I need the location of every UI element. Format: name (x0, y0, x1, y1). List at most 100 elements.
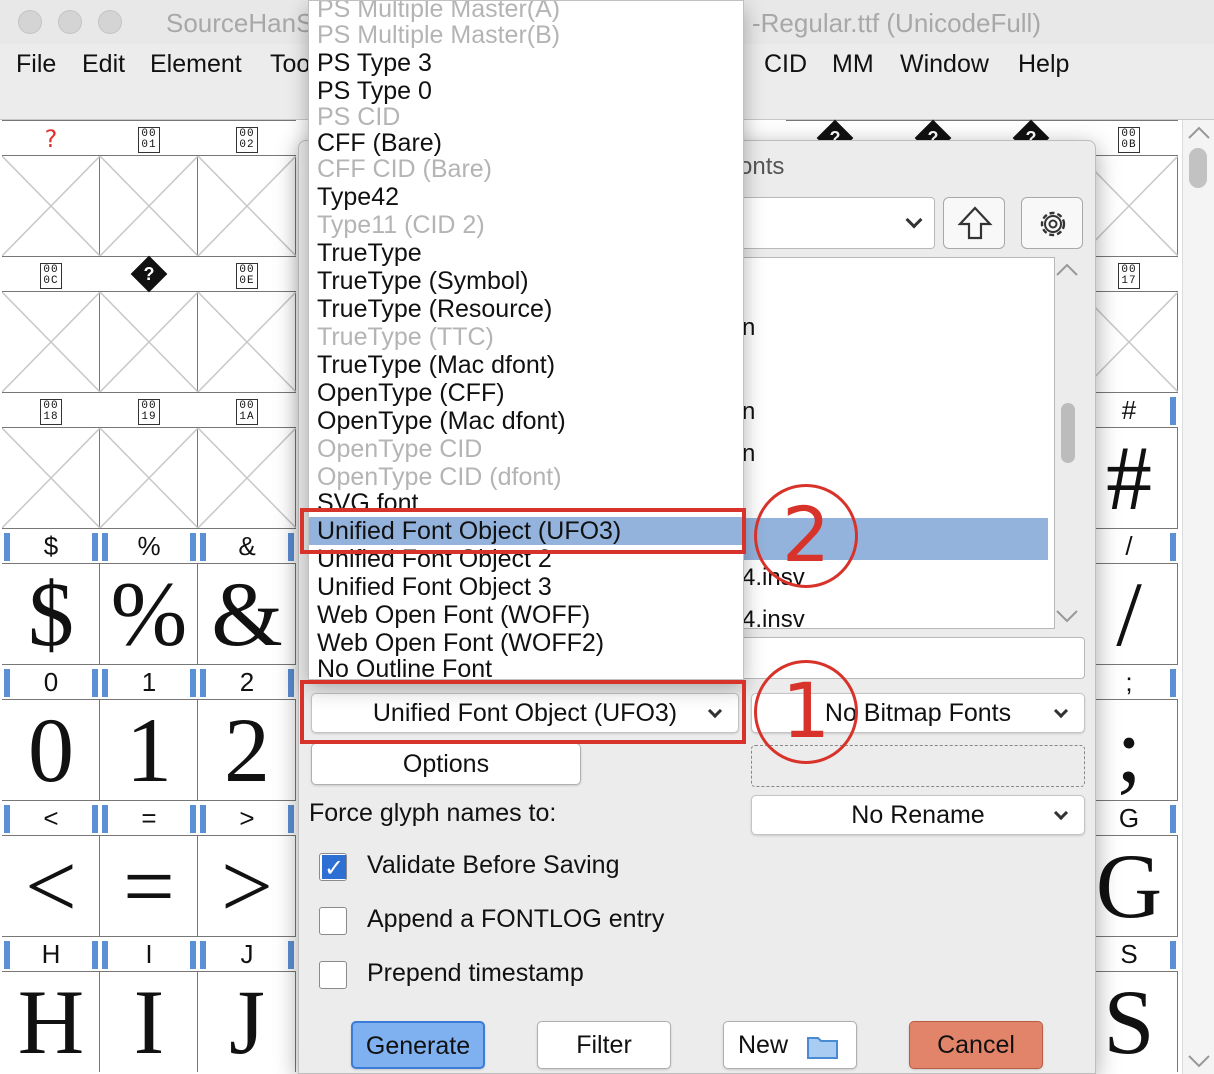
glyph-cell[interactable]: $ $ (2, 528, 100, 664)
empty-glyph-x-icon (2, 428, 100, 528)
list-item[interactable]: 4.insv (742, 606, 805, 628)
glyph-image: 1 (126, 699, 172, 801)
menu-tools[interactable]: Too (270, 50, 310, 79)
missing-glyph-hex-icon: 00 0B (1118, 127, 1140, 153)
question-mark-icon: ? (44, 125, 58, 153)
fontlog-checkbox[interactable] (319, 907, 347, 935)
glyph-cell[interactable]: 22 (198, 664, 296, 800)
format-option[interactable]: OpenType (Mac dfont) (317, 407, 566, 435)
glyph-label-text: J (240, 939, 254, 969)
glyph-cell[interactable]: ? (100, 255, 198, 392)
glyph-cell[interactable]: %% (100, 528, 198, 664)
menu-edit[interactable]: Edit (82, 50, 125, 79)
glyph-cell[interactable]: = = (100, 800, 198, 936)
list-item[interactable]: n (742, 440, 755, 468)
minimize-window-button[interactable] (58, 10, 82, 34)
settings-button[interactable] (1021, 197, 1083, 249)
file-list-scrollbar[interactable] (1051, 257, 1083, 629)
glyph-label-text: 0 (43, 667, 59, 697)
glyph-cell[interactable]: JJ (198, 936, 296, 1072)
glyph-cell[interactable]: HH (2, 936, 100, 1072)
format-option[interactable]: PS Type 3 (317, 49, 432, 77)
empty-glyph-x-icon (2, 156, 100, 256)
format-option[interactable]: OpenType (CFF) (317, 379, 505, 407)
scroll-down-arrow-icon[interactable] (1183, 1052, 1214, 1072)
glyph-cell[interactable]: II (100, 936, 198, 1072)
file-list-scroll-thumb[interactable] (1061, 403, 1075, 463)
format-option[interactable]: Web Open Font (WOFF2) (317, 629, 604, 657)
format-option[interactable]: TrueType (Symbol) (317, 267, 529, 295)
glyph-label: I (100, 936, 198, 972)
empty-glyph-x-icon (100, 428, 198, 528)
missing-glyph-hex-icon: 00 1A (236, 399, 258, 425)
cancel-button[interactable]: Cancel (909, 1021, 1043, 1069)
menu-window[interactable]: Window (900, 50, 989, 79)
glyph-cell[interactable]: 11 (100, 664, 198, 800)
force-glyph-label: Force glyph names to: (309, 799, 557, 827)
validate-checkbox[interactable] (319, 853, 347, 881)
glyph-preview: = (100, 836, 198, 936)
format-option[interactable]: TrueType (Resource) (317, 295, 552, 323)
glyph-cell[interactable]: > > (198, 800, 296, 936)
generate-button[interactable]: Generate (351, 1021, 485, 1069)
glyph-preview: 0 (2, 700, 100, 800)
glyph-cell[interactable]: 00 02 (198, 120, 296, 256)
filter-button[interactable]: Filter (537, 1021, 671, 1069)
missing-glyph-hex-icon: 00 01 (138, 127, 160, 153)
outline-format-dropdown[interactable]: PS Multiple Master(A) PS Multiple Master(… (308, 0, 744, 680)
glyph-cell[interactable]: < < (2, 800, 100, 936)
format-option[interactable]: TrueType (317, 239, 422, 267)
format-option[interactable]: CFF (Bare) (317, 129, 442, 157)
grid-scroll-thumb[interactable] (1189, 148, 1207, 188)
format-option[interactable]: PS Type 0 (317, 77, 432, 105)
scroll-up-arrow-icon[interactable] (1183, 124, 1214, 144)
zoom-window-button[interactable] (98, 10, 122, 34)
glyph-cell[interactable]: 00 0C (2, 256, 100, 392)
glyph-label-text: / (1125, 531, 1133, 561)
menu-help[interactable]: Help (1018, 50, 1069, 79)
format-option[interactable]: Web Open Font (WOFF) (317, 601, 590, 629)
scroll-down-arrow-icon[interactable] (1051, 607, 1083, 627)
menu-cid[interactable]: CID (764, 50, 807, 79)
menu-file[interactable]: File (16, 50, 56, 79)
format-option[interactable]: Type42 (317, 183, 399, 211)
glyph-preview (198, 428, 296, 528)
timestamp-checkbox[interactable] (319, 961, 347, 989)
glyph-cell[interactable]: 00 19 (100, 392, 198, 528)
glyph-label: > (198, 800, 296, 836)
scroll-up-arrow-icon[interactable] (1051, 261, 1083, 281)
new-folder-button[interactable]: New (723, 1021, 857, 1069)
glyph-cell[interactable]: 00 01 (100, 120, 198, 256)
glyph-cell[interactable]: 00 1A (198, 392, 296, 528)
missing-glyph-hex-icon: 00 18 (40, 399, 62, 425)
format-option[interactable]: Unified Font Object 3 (317, 573, 552, 601)
glyph-label-text: H (41, 939, 61, 969)
directory-combo[interactable] (723, 197, 935, 249)
glyph-cell[interactable]: 00 0E (198, 256, 296, 392)
list-item[interactable]: n (742, 398, 755, 426)
format-option[interactable]: No Outline Font (317, 655, 492, 679)
rename-select[interactable]: No Rename (751, 795, 1085, 835)
list-item[interactable]: n (742, 314, 755, 342)
menu-mm[interactable]: MM (832, 50, 874, 79)
glyph-cell[interactable]: 00 (2, 664, 100, 800)
highlight-box-2 (300, 508, 746, 554)
gear-icon (1040, 211, 1066, 237)
glyph-preview: % (100, 564, 198, 664)
close-window-button[interactable] (18, 10, 42, 34)
glyph-label: J (198, 936, 296, 972)
glyph-cell[interactable]: ? (2, 120, 100, 256)
format-option: Type11 (CID 2) (317, 211, 485, 239)
options-button[interactable]: Options (311, 743, 581, 785)
glyph-label: = (100, 800, 198, 836)
format-option[interactable]: TrueType (Mac dfont) (317, 351, 555, 379)
glyph-cell[interactable]: 00 18 (2, 392, 100, 528)
parent-directory-button[interactable] (943, 197, 1005, 249)
glyph-cell[interactable]: & & (198, 528, 296, 664)
grid-scrollbar[interactable] (1182, 120, 1214, 1074)
menu-element[interactable]: Element (150, 50, 242, 79)
glyph-image: H (17, 971, 85, 1073)
glyph-label-text: $ (43, 531, 59, 561)
glyph-column: 00 01? 00 19%% 1 1 = = I I (100, 120, 198, 1074)
folder-icon (807, 1037, 838, 1059)
